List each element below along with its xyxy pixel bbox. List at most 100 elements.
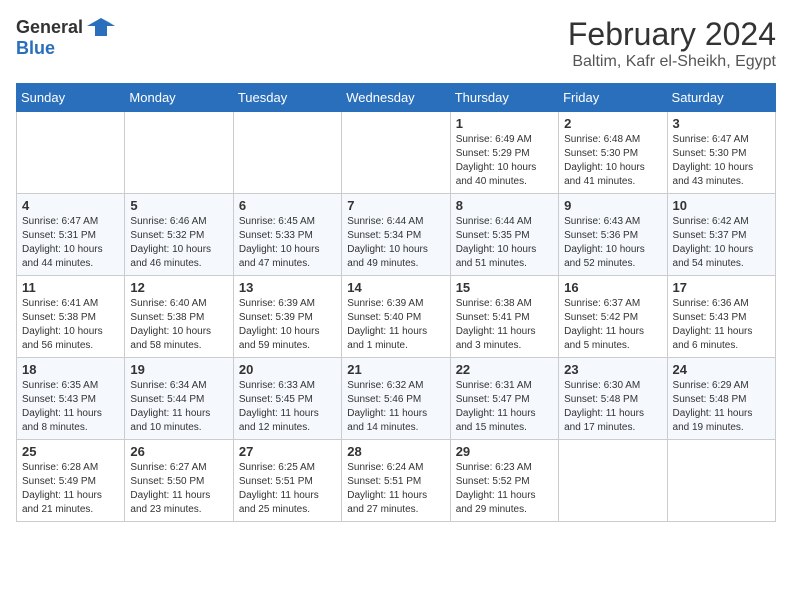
day-number: 20 (239, 362, 336, 377)
day-number: 24 (673, 362, 770, 377)
day-number: 25 (22, 444, 119, 459)
calendar-week-row: 1Sunrise: 6:49 AM Sunset: 5:29 PM Daylig… (17, 112, 776, 194)
day-info: Sunrise: 6:46 AM Sunset: 5:32 PM Dayligh… (130, 215, 227, 271)
day-info: Sunrise: 6:44 AM Sunset: 5:35 PM Dayligh… (456, 215, 553, 271)
calendar-cell: 21 Sunrise: 6:32 AM Sunset: 5:46 PM Dayli… (342, 358, 450, 440)
calendar-cell (125, 112, 233, 194)
calendar-cell: 18Sunrise: 6:35 AM Sunset: 5:43 PM Dayli… (17, 358, 125, 440)
title-area: February 2024 Baltim, Kafr el-Sheikh, Eg… (568, 16, 776, 71)
calendar-cell: 24 Sunrise: 6:29 AM Sunset: 5:48 PM Dayli… (667, 358, 775, 440)
day-info: Sunrise: 6:32 AM Sunset: 5:46 PM Dayligh… (347, 379, 444, 435)
day-number: 2 (564, 116, 661, 131)
weekday-header-tuesday: Tuesday (233, 84, 341, 112)
calendar-week-row: 4 Sunrise: 6:47 AM Sunset: 5:31 PM Daylig… (17, 194, 776, 276)
day-info: Sunrise: 6:40 AM Sunset: 5:38 PM Dayligh… (130, 297, 227, 353)
day-info: Sunrise: 6:43 AM Sunset: 5:36 PM Dayligh… (564, 215, 661, 271)
calendar-cell: 3 Sunrise: 6:47 AM Sunset: 5:30 PM Daylig… (667, 112, 775, 194)
calendar-cell: 9Sunrise: 6:43 AM Sunset: 5:36 PM Daylig… (559, 194, 667, 276)
calendar-cell: 16 Sunrise: 6:37 AM Sunset: 5:42 PM Dayli… (559, 276, 667, 358)
calendar-cell (17, 112, 125, 194)
calendar-cell: 17 Sunrise: 6:36 AM Sunset: 5:43 PM Dayli… (667, 276, 775, 358)
day-number: 28 (347, 444, 444, 459)
day-number: 1 (456, 116, 553, 131)
calendar-cell (342, 112, 450, 194)
day-info: Sunrise: 6:37 AM Sunset: 5:42 PM Dayligh… (564, 297, 661, 353)
day-number: 4 (22, 198, 119, 213)
day-info: Sunrise: 6:38 AM Sunset: 5:41 PM Dayligh… (456, 297, 553, 353)
day-info: Sunrise: 6:41 AM Sunset: 5:38 PM Dayligh… (22, 297, 119, 353)
calendar-cell: 7 Sunrise: 6:44 AM Sunset: 5:34 PM Daylig… (342, 194, 450, 276)
calendar-cell: 6 Sunrise: 6:45 AM Sunset: 5:33 PM Daylig… (233, 194, 341, 276)
logo-bird-icon (87, 16, 115, 38)
day-number: 16 (564, 280, 661, 295)
day-number: 23 (564, 362, 661, 377)
calendar-cell: 25 Sunrise: 6:28 AM Sunset: 5:49 PM Dayli… (17, 440, 125, 522)
calendar-cell (559, 440, 667, 522)
day-number: 19 (130, 362, 227, 377)
day-info: Sunrise: 6:44 AM Sunset: 5:34 PM Dayligh… (347, 215, 444, 271)
day-number: 26 (130, 444, 227, 459)
weekday-header-wednesday: Wednesday (342, 84, 450, 112)
day-number: 17 (673, 280, 770, 295)
day-info: Sunrise: 6:36 AM Sunset: 5:43 PM Dayligh… (673, 297, 770, 353)
day-number: 7 (347, 198, 444, 213)
weekday-header-thursday: Thursday (450, 84, 558, 112)
day-number: 3 (673, 116, 770, 131)
day-info: Sunrise: 6:24 AM Sunset: 5:51 PM Dayligh… (347, 461, 444, 517)
day-info: Sunrise: 6:35 AM Sunset: 5:43 PM Dayligh… (22, 379, 119, 435)
logo: General Blue (16, 16, 115, 59)
logo-general-text: General (16, 17, 83, 38)
weekday-header-row: SundayMondayTuesdayWednesdayThursdayFrid… (17, 84, 776, 112)
day-number: 13 (239, 280, 336, 295)
logo-blue-text: Blue (16, 38, 55, 58)
day-number: 5 (130, 198, 227, 213)
calendar-cell: 4 Sunrise: 6:47 AM Sunset: 5:31 PM Daylig… (17, 194, 125, 276)
day-info: Sunrise: 6:39 AM Sunset: 5:39 PM Dayligh… (239, 297, 336, 353)
calendar-cell (667, 440, 775, 522)
day-info: Sunrise: 6:34 AM Sunset: 5:44 PM Dayligh… (130, 379, 227, 435)
calendar-cell: 23Sunrise: 6:30 AM Sunset: 5:48 PM Dayli… (559, 358, 667, 440)
weekday-header-friday: Friday (559, 84, 667, 112)
calendar-cell: 19 Sunrise: 6:34 AM Sunset: 5:44 PM Dayli… (125, 358, 233, 440)
calendar-cell (233, 112, 341, 194)
weekday-header-saturday: Saturday (667, 84, 775, 112)
day-number: 10 (673, 198, 770, 213)
calendar-week-row: 11 Sunrise: 6:41 AM Sunset: 5:38 PM Dayli… (17, 276, 776, 358)
calendar-cell: 8 Sunrise: 6:44 AM Sunset: 5:35 PM Daylig… (450, 194, 558, 276)
calendar-cell: 1Sunrise: 6:49 AM Sunset: 5:29 PM Daylig… (450, 112, 558, 194)
day-number: 12 (130, 280, 227, 295)
day-info: Sunrise: 6:23 AM Sunset: 5:52 PM Dayligh… (456, 461, 553, 517)
calendar-cell: 26 Sunrise: 6:27 AM Sunset: 5:50 PM Dayli… (125, 440, 233, 522)
calendar-table: SundayMondayTuesdayWednesdayThursdayFrid… (16, 83, 776, 522)
calendar-cell: 5 Sunrise: 6:46 AM Sunset: 5:32 PM Daylig… (125, 194, 233, 276)
day-info: Sunrise: 6:28 AM Sunset: 5:49 PM Dayligh… (22, 461, 119, 517)
calendar-week-row: 25 Sunrise: 6:28 AM Sunset: 5:49 PM Dayli… (17, 440, 776, 522)
calendar-week-row: 18Sunrise: 6:35 AM Sunset: 5:43 PM Dayli… (17, 358, 776, 440)
weekday-header-monday: Monday (125, 84, 233, 112)
day-info: Sunrise: 6:45 AM Sunset: 5:33 PM Dayligh… (239, 215, 336, 271)
calendar-cell: 13 Sunrise: 6:39 AM Sunset: 5:39 PM Dayli… (233, 276, 341, 358)
day-number: 6 (239, 198, 336, 213)
day-info: Sunrise: 6:31 AM Sunset: 5:47 PM Dayligh… (456, 379, 553, 435)
calendar-cell: 22 Sunrise: 6:31 AM Sunset: 5:47 PM Dayli… (450, 358, 558, 440)
day-number: 11 (22, 280, 119, 295)
location-title: Baltim, Kafr el-Sheikh, Egypt (568, 53, 776, 71)
calendar-cell: 27Sunrise: 6:25 AM Sunset: 5:51 PM Dayli… (233, 440, 341, 522)
header: General Blue February 2024 Baltim, Kafr … (16, 16, 776, 71)
day-info: Sunrise: 6:47 AM Sunset: 5:31 PM Dayligh… (22, 215, 119, 271)
calendar-cell: 28 Sunrise: 6:24 AM Sunset: 5:51 PM Dayli… (342, 440, 450, 522)
calendar-cell: 2Sunrise: 6:48 AM Sunset: 5:30 PM Daylig… (559, 112, 667, 194)
calendar-cell: 11 Sunrise: 6:41 AM Sunset: 5:38 PM Dayli… (17, 276, 125, 358)
day-number: 8 (456, 198, 553, 213)
day-info: Sunrise: 6:27 AM Sunset: 5:50 PM Dayligh… (130, 461, 227, 517)
calendar-cell: 20Sunrise: 6:33 AM Sunset: 5:45 PM Dayli… (233, 358, 341, 440)
calendar-cell: 12 Sunrise: 6:40 AM Sunset: 5:38 PM Dayli… (125, 276, 233, 358)
calendar-cell: 14Sunrise: 6:39 AM Sunset: 5:40 PM Dayli… (342, 276, 450, 358)
month-title: February 2024 (568, 16, 776, 53)
calendar-cell: 29Sunrise: 6:23 AM Sunset: 5:52 PM Dayli… (450, 440, 558, 522)
day-number: 21 (347, 362, 444, 377)
calendar-cell: 10Sunrise: 6:42 AM Sunset: 5:37 PM Dayli… (667, 194, 775, 276)
day-info: Sunrise: 6:47 AM Sunset: 5:30 PM Dayligh… (673, 133, 770, 189)
day-info: Sunrise: 6:29 AM Sunset: 5:48 PM Dayligh… (673, 379, 770, 435)
day-number: 22 (456, 362, 553, 377)
